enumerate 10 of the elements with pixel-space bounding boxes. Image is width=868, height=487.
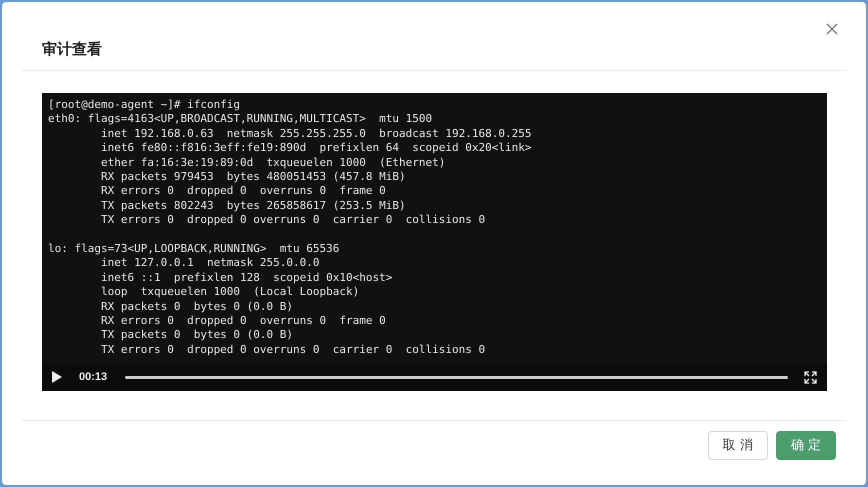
dialog-title: 审计查看	[42, 39, 102, 60]
time-display: 00:13	[78, 370, 108, 385]
play-icon	[52, 371, 62, 383]
fullscreen-button[interactable]	[804, 370, 817, 384]
close-button[interactable]	[824, 21, 840, 37]
play-button[interactable]	[52, 370, 64, 384]
close-icon	[826, 23, 838, 35]
cancel-button[interactable]: 取 消	[708, 431, 768, 460]
terminal-output: [root@demo-agent ~]# ifconfig eth0: flags=4163<UP,BROADCAST,RUNNING,MULTICAST> mtu 1500 inet 192.168.0.63 netmask 255.255.255.0 broadcast 192.168.0.255 inet6 fe80::f816:3eff:fe19:890d prefixlen 64 scopeid 0x20<link> ether fa:16:3e:19:89:0d txqueuelen 1000 (Ethernet) RX packets 979453 bytes 480051453 (457.8 MiB) RX errors 0 dropped 0 overruns 0 frame 0 TX packets 802243 bytes 265858617 (253.5 MiB) TX errors 0 dropped 0 overruns 0 carrier 0 collisions 0 lo: flags=73<UP,LOOPBACK,RUNNING> mtu 65536 inet 127.0.0.1 netmask 255.0.0.0 inet6 ::1 prefixlen 128 scopeid 0x10<host> loop txqueuelen 1000 (Local Loopback) RX packets 0 bytes 0 (0.0 B) RX errors 0 dropped 0 overruns 0 frame 0 TX packets 0 bytes 0 (0.0 B) TX errors 0 dropped 0 overruns 0 carrier 0 collisions 0	[47, 97, 532, 358]
fullscreen-icon	[804, 370, 817, 384]
